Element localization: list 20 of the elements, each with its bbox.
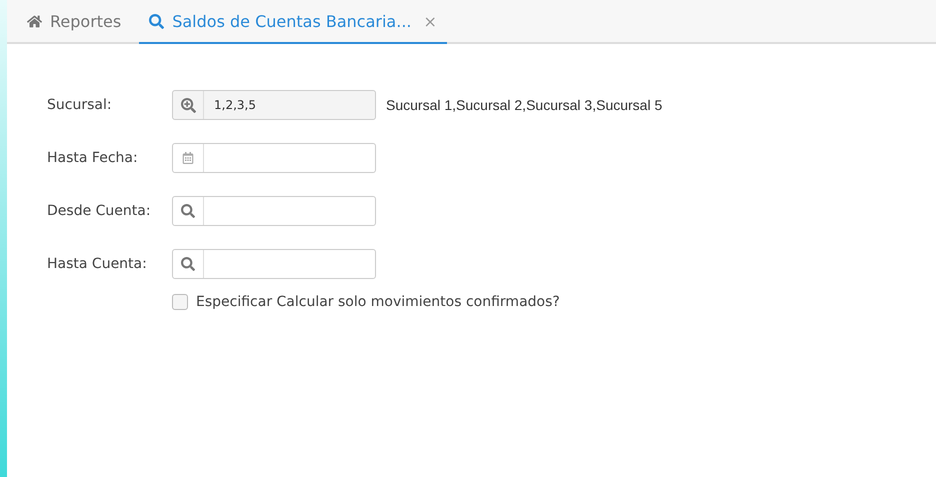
input-field[interactable] [172,196,376,226]
checkbox[interactable] [172,294,188,310]
search-icon [181,257,195,271]
field-label: Sucursal: [47,97,113,113]
input-field[interactable] [172,143,376,173]
tab[interactable]: Reportes [17,0,132,44]
tab[interactable]: Saldos de Cuentas Bancaria... × [139,0,447,44]
checkbox-label: Especificar Calcular solo movimientos confirmados? [196,294,560,310]
close-icon[interactable]: × [423,12,437,30]
field-label: Hasta Cuenta: [47,256,148,272]
search-icon [149,14,164,28]
calendar-icon [182,152,194,164]
field-label: Hasta Fecha: [47,150,139,166]
input-field[interactable] [172,249,376,279]
field-description: Sucursal 1,Sucursal 2,Sucursal 3,Sucursal 5 [386,97,662,113]
home-icon [27,14,42,28]
search-icon [181,204,195,218]
field-label: Desde Cuenta: [47,203,152,219]
input-field[interactable]: 1,2,3,5 [172,90,376,120]
magnifier-icon [180,98,196,112]
